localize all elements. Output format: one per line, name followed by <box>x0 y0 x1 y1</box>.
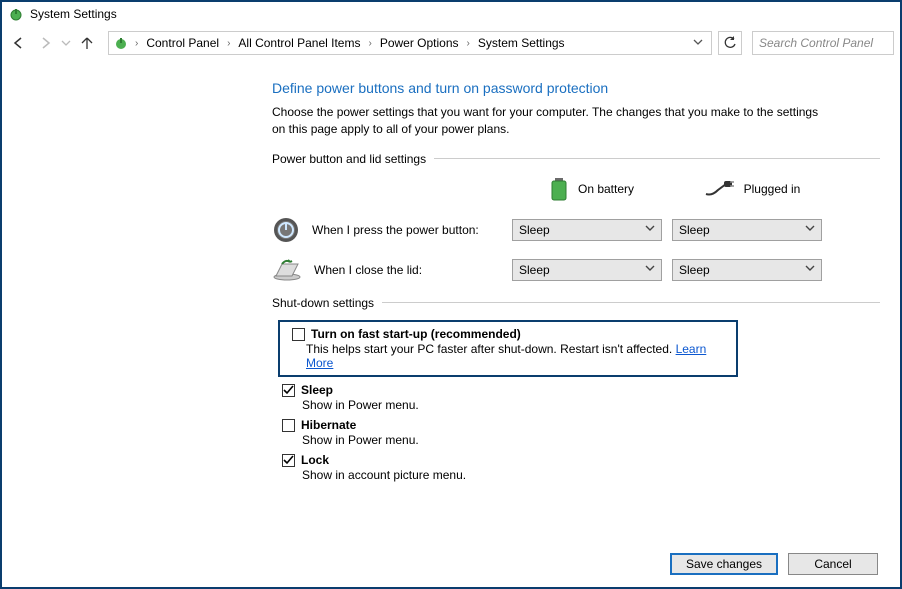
window-frame: System Settings › Control Panel › All Co… <box>0 0 902 589</box>
fast-startup-checkbox[interactable] <box>292 328 305 341</box>
nav-history-dropdown[interactable] <box>60 32 72 54</box>
chevron-right-icon: › <box>133 38 140 49</box>
refresh-button[interactable] <box>718 31 742 55</box>
group-header-power: Power button and lid settings <box>272 152 880 166</box>
nav-back-button[interactable] <box>8 32 30 54</box>
page-title: Define power buttons and turn on passwor… <box>272 80 880 96</box>
power-settings-table: On battery Plugged in <box>272 176 832 282</box>
power-row-label: When I close the lid: <box>314 263 422 277</box>
select-value: Sleep <box>679 223 710 237</box>
hibernate-sub: Show in Power menu. <box>272 433 880 447</box>
chevron-down-icon <box>645 264 655 275</box>
power-row-label: When I press the power button: <box>312 223 479 237</box>
group-header-shutdown: Shut-down settings <box>272 296 880 310</box>
power-row-power-button: When I press the power button: Sleep Sle… <box>272 216 832 244</box>
lock-sub: Show in account picture menu. <box>272 468 880 482</box>
power-options-icon <box>113 35 129 51</box>
column-plugged-label: Plugged in <box>744 182 801 196</box>
hibernate-checkbox[interactable] <box>282 419 295 432</box>
power-button-icon <box>272 216 300 244</box>
lock-label: Lock <box>301 453 329 467</box>
page-description: Choose the power settings that you want … <box>272 104 832 138</box>
chevron-down-icon <box>645 224 655 235</box>
sleep-checkbox[interactable] <box>282 384 295 397</box>
titlebar: System Settings <box>2 2 900 26</box>
navbar: › Control Panel › All Control Panel Item… <box>2 26 900 60</box>
address-bar[interactable]: › Control Panel › All Control Panel Item… <box>108 31 712 55</box>
power-button-plugged-select[interactable]: Sleep <box>672 219 822 241</box>
window-title: System Settings <box>30 7 117 21</box>
fast-startup-sub: This helps start your PC faster after sh… <box>286 342 730 370</box>
plug-icon <box>704 180 734 198</box>
chevron-right-icon: › <box>465 38 472 49</box>
select-value: Sleep <box>679 263 710 277</box>
fast-startup-highlight: Turn on fast start-up (recommended) This… <box>278 320 738 377</box>
cancel-button[interactable]: Cancel <box>788 553 878 575</box>
breadcrumb-item[interactable]: Control Panel <box>144 36 221 50</box>
sleep-label: Sleep <box>301 383 333 397</box>
divider <box>382 302 880 303</box>
select-value: Sleep <box>519 223 550 237</box>
chevron-right-icon: › <box>366 38 373 49</box>
divider <box>434 158 880 159</box>
breadcrumb-item[interactable]: Power Options <box>378 36 461 50</box>
lock-checkbox[interactable] <box>282 454 295 467</box>
lid-battery-select[interactable]: Sleep <box>512 259 662 281</box>
breadcrumb-item[interactable]: All Control Panel Items <box>236 36 362 50</box>
hibernate-label: Hibernate <box>301 418 356 432</box>
battery-icon <box>550 176 568 202</box>
chevron-right-icon: › <box>225 38 232 49</box>
fast-startup-label: Turn on fast start-up (recommended) <box>311 327 521 341</box>
group-label: Shut-down settings <box>272 296 374 310</box>
select-value: Sleep <box>519 263 550 277</box>
shutdown-section: Shut-down settings Turn on fast start-up… <box>272 296 880 482</box>
search-input[interactable]: Search Control Panel <box>752 31 894 55</box>
power-button-battery-select[interactable]: Sleep <box>512 219 662 241</box>
app-icon <box>8 6 24 22</box>
save-changes-button[interactable]: Save changes <box>670 553 778 575</box>
refresh-icon <box>723 36 737 50</box>
address-dropdown-icon[interactable] <box>689 37 707 50</box>
group-label: Power button and lid settings <box>272 152 426 166</box>
sleep-sub: Show in Power menu. <box>272 398 880 412</box>
content-area: Define power buttons and turn on passwor… <box>2 60 900 587</box>
power-row-lid: When I close the lid: Sleep Sleep <box>272 258 832 282</box>
breadcrumb-item[interactable]: System Settings <box>476 36 567 50</box>
chevron-down-icon <box>805 264 815 275</box>
nav-forward-button[interactable] <box>34 32 56 54</box>
nav-up-button[interactable] <box>76 32 98 54</box>
search-placeholder: Search Control Panel <box>759 36 873 50</box>
lid-plugged-select[interactable]: Sleep <box>672 259 822 281</box>
column-battery-label: On battery <box>578 182 634 196</box>
laptop-lid-icon <box>272 258 302 282</box>
footer-buttons: Save changes Cancel <box>670 553 878 575</box>
chevron-down-icon <box>805 224 815 235</box>
